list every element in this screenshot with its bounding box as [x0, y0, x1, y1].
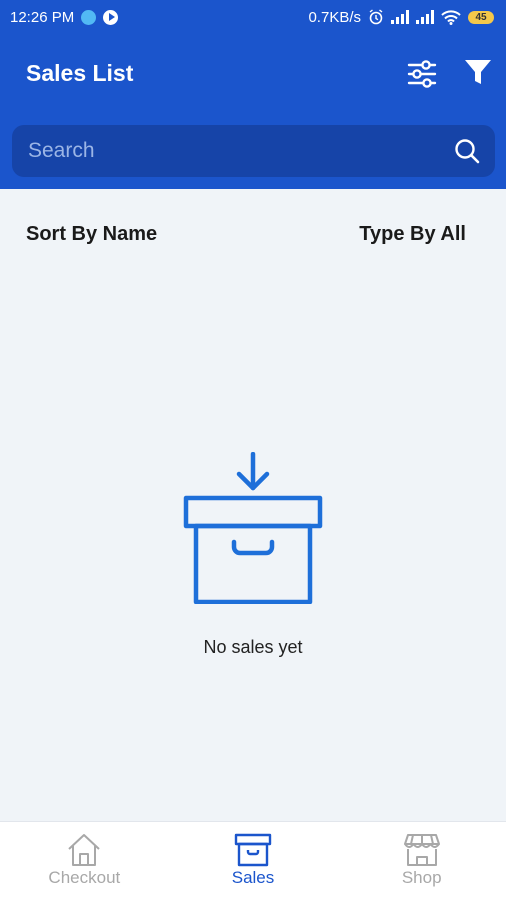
type-by-all-button[interactable]: Type By All — [359, 223, 466, 246]
status-time: 12:26 PM — [10, 8, 75, 26]
nav-label-checkout: Checkout — [48, 868, 121, 887]
nav-item-sales[interactable]: Sales — [169, 822, 338, 900]
search-icon[interactable] — [453, 137, 481, 165]
signal-icon — [391, 10, 409, 24]
signal-icon — [416, 10, 434, 24]
sort-by-name-button[interactable]: Sort By Name — [26, 223, 157, 246]
status-bar-left: 12:26 PM — [10, 8, 119, 26]
nav-item-checkout[interactable]: Checkout — [0, 822, 169, 900]
alarm-icon — [369, 9, 383, 25]
wifi-icon — [441, 9, 461, 25]
archive-box-icon — [234, 833, 272, 867]
network-speed: 0.7KB/s — [308, 8, 361, 26]
archive-box-icon — [183, 452, 323, 604]
app-dot-icon — [81, 9, 97, 25]
nav-item-shop[interactable]: Shop — [337, 822, 506, 900]
search-bar[interactable] — [12, 125, 495, 177]
empty-state-message: No sales yet — [203, 637, 303, 657]
status-bar-right: 0.7KB/s 45 — [308, 9, 494, 26]
sort-bar: Sort By Name Type By All — [0, 214, 506, 254]
home-icon — [68, 834, 101, 866]
page-title: Sales List — [26, 60, 134, 86]
nav-label-sales: Sales — [231, 868, 275, 887]
battery-icon: 45 — [468, 10, 494, 24]
app-bar: Sales List — [0, 34, 506, 189]
tune-icon[interactable] — [406, 58, 438, 90]
nav-label-shop: Shop — [401, 868, 442, 887]
store-icon — [403, 834, 440, 866]
play-icon — [103, 9, 119, 25]
bottom-navigation: Checkout Sales Shop — [0, 821, 506, 900]
search-input[interactable] — [28, 139, 453, 163]
filter-icon[interactable] — [462, 56, 494, 88]
status-bar: 12:26 PM 0.7KB/s 45 — [0, 0, 506, 34]
